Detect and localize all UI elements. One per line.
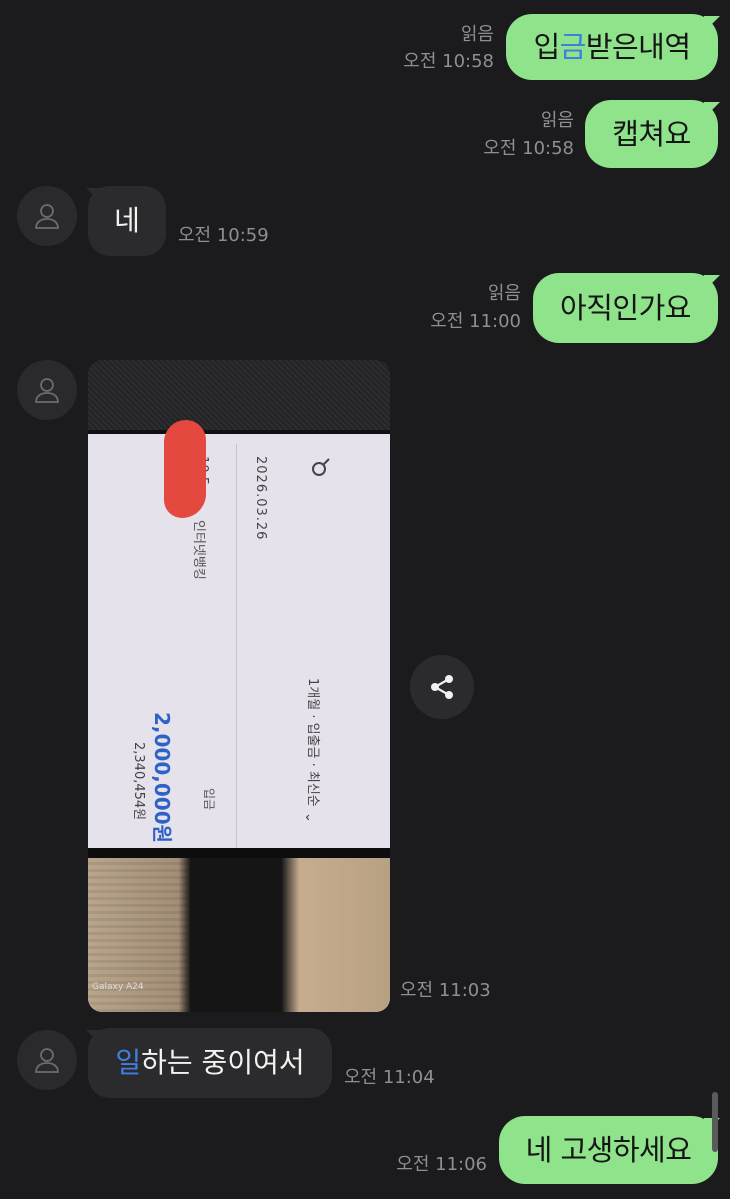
my-message-bubble[interactable]: 캡쳐요 [585, 100, 720, 168]
share-icon [431, 675, 453, 699]
photo-divider [236, 444, 237, 848]
message-time: 오전 10:58 [483, 138, 574, 159]
share-button[interactable] [410, 655, 474, 719]
photo-type: 입금 [202, 788, 216, 811]
photo-date: 2026.03.26 [253, 456, 268, 541]
their-message-bubble[interactable]: 일하는 중이여서 [86, 1028, 332, 1098]
message-text: 일하는 중이여서 [115, 1046, 305, 1079]
message-text: 입금받은내역 [533, 29, 691, 64]
photo-phone-bezel [88, 848, 390, 858]
photo-bank: 인터넷뱅킹 [191, 520, 206, 580]
person-icon [35, 1048, 59, 1073]
person-icon [35, 378, 59, 403]
person-icon [35, 204, 59, 229]
read-receipt: 읽음 [540, 110, 574, 131]
chevron-down-icon: ⌄ [301, 812, 317, 823]
my-message-bubble[interactable]: 아직인가요 [533, 273, 720, 343]
my-message-bubble[interactable]: 입금받은내역 [506, 14, 720, 80]
my-message-bubble[interactable]: 네 고생하세요 [499, 1116, 720, 1184]
photo-message[interactable]: 2026.03.26 10:5 인터넷뱅킹 1개월 · 입출금 · 최신순 ⌄ … [88, 360, 390, 1012]
redaction-mark [164, 420, 206, 518]
avatar[interactable] [17, 1030, 77, 1090]
message-text: 네 [114, 204, 140, 237]
message-time: 오전 11:03 [400, 980, 491, 1001]
photo-filter: 1개월 · 입출금 · 최신순 [305, 678, 320, 807]
read-receipt: 읽음 [487, 283, 521, 304]
message-time: 오전 10:59 [178, 225, 269, 246]
search-icon [312, 458, 330, 476]
message-text: 네 고생하세요 [525, 1132, 692, 1167]
message-time: 오전 11:06 [396, 1154, 487, 1175]
message-time: 오전 11:00 [430, 311, 521, 332]
their-message-bubble[interactable]: 네 [86, 186, 166, 256]
message-text: 아직인가요 [560, 290, 691, 325]
message-time: 오전 10:58 [403, 51, 494, 72]
photo-case-texture [88, 360, 390, 430]
photo-balance: 2,340,454원 [131, 742, 146, 821]
read-receipt: 읽음 [460, 24, 494, 45]
message-time: 오전 11:04 [344, 1067, 435, 1088]
photo-watermark: Galaxy A24 [92, 982, 144, 992]
scrollbar[interactable] [712, 1092, 718, 1152]
message-text: 캡쳐요 [612, 116, 691, 151]
avatar[interactable] [17, 360, 77, 420]
photo-amount: 2,000,000원 [150, 712, 174, 844]
avatar[interactable] [17, 186, 77, 246]
